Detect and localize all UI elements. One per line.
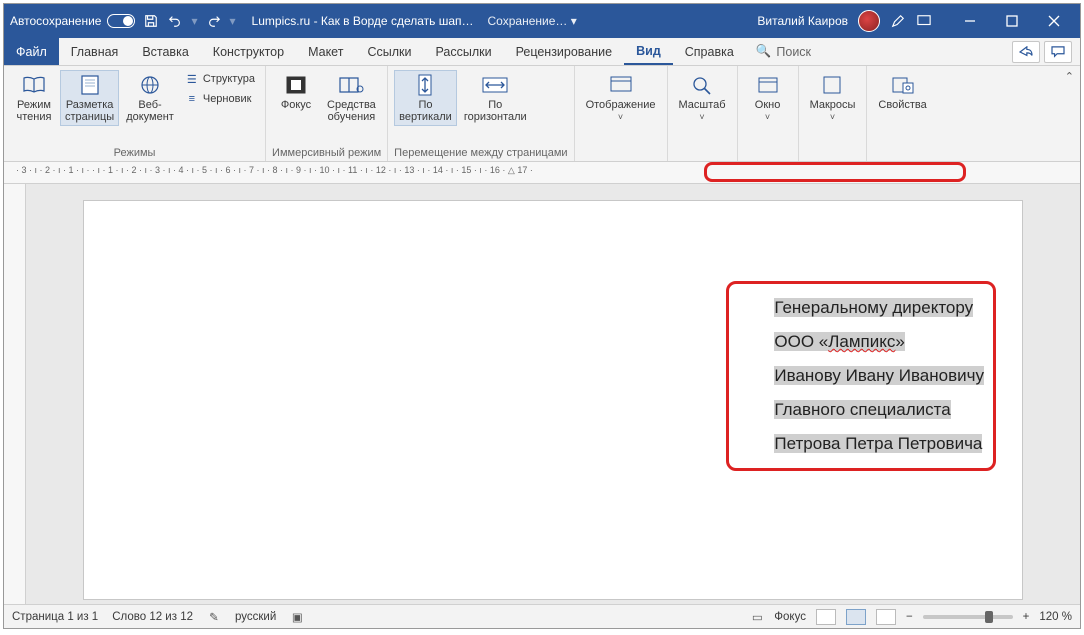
document-title: Lumpics.ru - Как в Ворде сделать шап… [252, 14, 474, 28]
show-button[interactable]: Отображение [581, 70, 661, 126]
window-button[interactable]: Окно [744, 70, 792, 126]
tab-mailings[interactable]: Рассылки [423, 38, 503, 65]
tab-insert[interactable]: Вставка [130, 38, 200, 65]
zoom-out-button[interactable]: − [906, 611, 913, 623]
pen-icon[interactable] [890, 13, 906, 29]
app-window: Автосохранение ▾ ▾ Lumpics.ru - Как в Во… [3, 3, 1081, 629]
group-window: Окно [738, 66, 799, 161]
document-header-block[interactable]: Генеральному директору ООО «Лампикс» Ива… [774, 291, 984, 461]
draft-icon: ≡ [185, 92, 199, 106]
vertical-icon [411, 73, 439, 97]
read-mode-button[interactable]: Режим чтения [10, 70, 58, 126]
horizontal-icon [481, 73, 509, 97]
group-immersive: Фокус Средства обучения Иммерсивный режи… [266, 66, 388, 161]
tab-layout[interactable]: Макет [296, 38, 355, 65]
focus-mode-icon[interactable]: ▭ [750, 610, 764, 624]
group-show: Отображение [575, 66, 668, 161]
tab-file[interactable]: Файл [4, 38, 59, 65]
titlebar: Автосохранение ▾ ▾ Lumpics.ru - Как в Во… [4, 4, 1080, 38]
tab-home[interactable]: Главная [59, 38, 131, 65]
tab-help[interactable]: Справка [673, 38, 746, 65]
tab-design[interactable]: Конструктор [201, 38, 296, 65]
page-icon [76, 73, 104, 97]
view-read-icon[interactable] [816, 609, 836, 625]
group-macros: Макросы [799, 66, 868, 161]
spellcheck-icon[interactable]: ✎ [207, 610, 221, 624]
autosave-label: Автосохранение [10, 14, 101, 28]
undo-icon[interactable] [167, 13, 183, 29]
view-print-icon[interactable] [846, 609, 866, 625]
macro-record-icon[interactable]: ▣ [290, 610, 304, 624]
saving-status: Сохранение… ▾ [488, 14, 577, 28]
group-label-pagemove: Перемещение между страницами [394, 145, 567, 159]
vertical-button[interactable]: По вертикали [394, 70, 457, 126]
web-layout-button[interactable]: Веб- документ [121, 70, 179, 126]
focus-button[interactable]: Фокус [272, 70, 320, 114]
zoom-button[interactable]: Масштаб [674, 70, 731, 126]
book-icon [20, 73, 48, 97]
page-indicator[interactable]: Страница 1 из 1 [12, 611, 98, 623]
redo-icon[interactable] [206, 13, 222, 29]
zoom-slider[interactable] [923, 615, 1013, 619]
horizontal-ruler[interactable]: · 3 · ı · 2 · ı · 1 · ı · · ı · 1 · ı · … [4, 162, 1080, 184]
globe-icon [136, 73, 164, 97]
language-indicator[interactable]: русский [235, 611, 276, 623]
focus-label[interactable]: Фокус [774, 611, 806, 623]
doc-line: Петрова Петра Петровича [774, 434, 982, 453]
tab-review[interactable]: Рецензирование [504, 38, 625, 65]
properties-icon [889, 73, 917, 97]
zoom-level[interactable]: 120 % [1039, 611, 1072, 623]
group-label-views: Режимы [10, 145, 259, 159]
statusbar: Страница 1 из 1 Слово 12 из 12 ✎ русский… [4, 604, 1080, 628]
doc-line: Генеральному директору [774, 298, 973, 317]
ribbon-tabs: Файл Главная Вставка Конструктор Макет С… [4, 38, 1080, 66]
vertical-ruler[interactable] [4, 184, 26, 604]
close-button[interactable] [1034, 7, 1074, 35]
macros-button[interactable]: Макросы [805, 70, 861, 126]
search-icon: 🔍 [756, 44, 772, 59]
share-button[interactable] [1012, 41, 1040, 63]
group-zoom: Масштаб [668, 66, 738, 161]
group-properties: Свойства [867, 66, 937, 161]
outline-button[interactable]: ☰Структура [181, 70, 259, 88]
maximize-button[interactable] [992, 7, 1032, 35]
avatar[interactable] [858, 10, 880, 32]
word-count[interactable]: Слово 12 из 12 [112, 611, 193, 623]
page-scroll[interactable]: Генеральному директору ООО «Лампикс» Ива… [26, 184, 1080, 604]
magnifier-icon [688, 73, 716, 97]
save-icon[interactable] [143, 13, 159, 29]
book-audio-icon [337, 73, 365, 97]
tab-references[interactable]: Ссылки [355, 38, 423, 65]
horizontal-button[interactable]: По горизонтали [459, 70, 532, 126]
show-icon [607, 73, 635, 97]
print-layout-button[interactable]: Разметка страницы [60, 70, 119, 126]
outline-icon: ☰ [185, 72, 199, 86]
toggle-switch[interactable] [107, 14, 135, 28]
tell-me-search[interactable]: 🔍 Поиск [746, 38, 821, 65]
ribbon: Режим чтения Разметка страницы Веб- доку… [4, 66, 1080, 162]
doc-line: Главного специалиста [774, 400, 950, 419]
group-page-movement: По вертикали По горизонтали Перемещение … [388, 66, 574, 161]
focus-icon [282, 73, 310, 97]
username[interactable]: Виталий Каиров [757, 14, 848, 28]
minimize-button[interactable] [950, 7, 990, 35]
draft-button[interactable]: ≡Черновик [181, 90, 259, 108]
comments-button[interactable] [1044, 41, 1072, 63]
tab-view[interactable]: Вид [624, 38, 673, 65]
macros-icon [818, 73, 846, 97]
ribbon-display-icon[interactable] [916, 13, 932, 29]
zoom-in-button[interactable]: + [1023, 611, 1030, 623]
properties-button[interactable]: Свойства [873, 70, 931, 114]
window-icon [754, 73, 782, 97]
collapse-ribbon-icon[interactable]: ⌃ [1065, 70, 1074, 83]
group-label-immersive: Иммерсивный режим [272, 145, 381, 159]
autosave-toggle[interactable]: Автосохранение [10, 14, 135, 28]
view-web-icon[interactable] [876, 609, 896, 625]
doc-line: Иванову Ивану Ивановичу [774, 366, 984, 385]
group-views: Режим чтения Разметка страницы Веб- доку… [4, 66, 266, 161]
workspace: Генеральному директору ООО «Лампикс» Ива… [4, 184, 1080, 604]
learning-tools-button[interactable]: Средства обучения [322, 70, 381, 126]
page[interactable]: Генеральному директору ООО «Лампикс» Ива… [83, 200, 1023, 600]
doc-line: ООО «Лампикс» [774, 332, 904, 351]
